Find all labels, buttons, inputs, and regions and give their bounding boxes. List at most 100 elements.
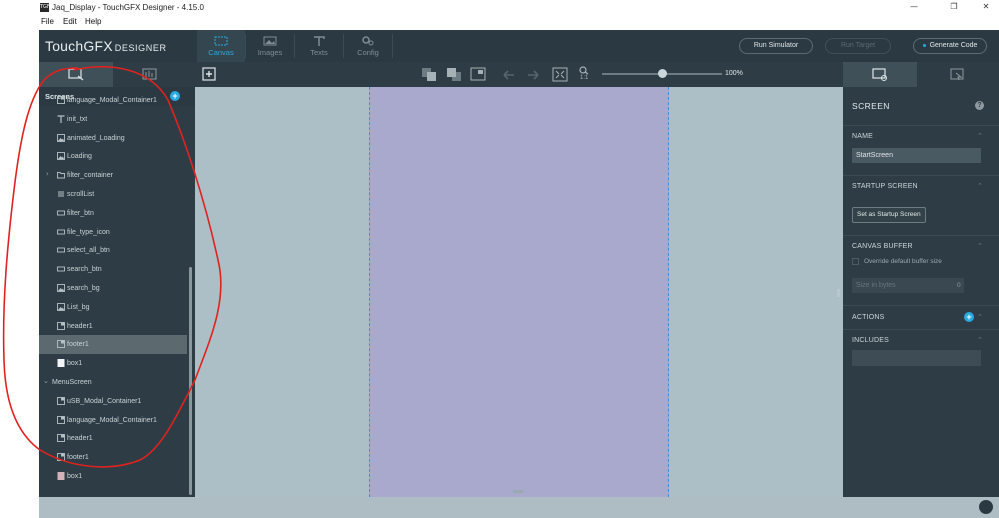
zoom-slider-handle[interactable] (658, 69, 667, 78)
canvas-area[interactable] (195, 87, 843, 497)
tab-texts[interactable]: Texts (295, 30, 343, 62)
status-bar (39, 497, 999, 518)
help-icon[interactable]: ? (975, 101, 984, 110)
canvas-icon (214, 36, 228, 46)
tree-item[interactable]: scrollList (39, 185, 187, 204)
canvas-resize-handle[interactable] (513, 490, 523, 493)
menu-edit[interactable]: Edit (63, 16, 77, 28)
tree-item[interactable]: › filter_container (39, 166, 187, 185)
close-button[interactable]: ✕ (976, 1, 996, 13)
tree-item-label: Loading (67, 153, 92, 161)
main-header: TouchGFX DESIGNER Canvas Images Texts Con… (39, 30, 999, 62)
includes-label: INCLUDES (852, 337, 889, 344)
status-dot-icon (922, 43, 926, 47)
minimize-button[interactable]: — (904, 1, 924, 13)
tree-item[interactable]: select_all_btn (39, 241, 187, 260)
tab-screen-interactions[interactable] (917, 62, 999, 87)
tab-canvas[interactable]: Canvas (197, 30, 245, 62)
tree-item-label: box1 (67, 473, 83, 480)
screen-name-field[interactable]: StartScreen (852, 148, 981, 163)
tree-view-icon (68, 68, 84, 81)
send-backward-icon[interactable] (446, 67, 462, 82)
tab-canvas-label: Canvas (208, 48, 234, 57)
touchgfx-logo: TouchGFX DESIGNER (45, 38, 167, 54)
window-title: Jaq_Display - TouchGFX Designer - 4.15.0 (52, 3, 204, 12)
tree-scrollbar[interactable] (189, 267, 192, 495)
collapse-chevron-icon[interactable]: ⌄ (43, 377, 49, 385)
includes-field[interactable] (852, 350, 981, 366)
tree-item-label: search_bg (67, 285, 100, 292)
add-widget-icon[interactable] (202, 67, 216, 81)
buffer-size-field[interactable]: Size in bytes (852, 278, 964, 293)
add-action-button[interactable]: + (964, 312, 974, 322)
tab-properties-view[interactable] (113, 62, 187, 87)
tab-texts-label: Texts (310, 48, 328, 57)
fit-screen-icon[interactable] (552, 67, 568, 82)
panel-splitter-handle[interactable] (837, 289, 840, 297)
tab-tree-view[interactable] (39, 62, 113, 87)
name-label: NAME (852, 133, 874, 140)
tree-item[interactable]: language_Modal_Container1 (39, 91, 187, 110)
tree-item[interactable]: Loading (39, 147, 187, 166)
tree-item[interactable]: header1 (39, 429, 187, 448)
tree-item-label: header1 (67, 435, 93, 443)
tree-item[interactable]: language_Modal_Container1 (39, 411, 187, 430)
tree-item[interactable]: filter_btn (39, 204, 187, 223)
notifications-icon[interactable] (979, 500, 993, 514)
set-startup-button[interactable]: Set as Startup Screen (852, 207, 926, 223)
tree-item[interactable]: init_txt (39, 110, 187, 129)
collapse-chevron-icon[interactable]: ⌃ (977, 336, 983, 344)
zoom-level: 100% (725, 70, 743, 77)
collapse-chevron-icon[interactable]: ⌃ (977, 182, 983, 190)
toolbar: 1:1 100% (39, 62, 999, 87)
generate-code-label: Generate Code (929, 42, 978, 49)
tree-item-label: language_Modal_Container1 (67, 97, 157, 104)
collapse-chevron-icon[interactable]: ⌃ (977, 132, 983, 140)
tree-item[interactable]: List_bg (39, 298, 187, 317)
tree-item[interactable]: box1 (39, 467, 187, 486)
tree-item[interactable]: file_type_icon (39, 223, 187, 242)
menu-file[interactable]: File (41, 16, 54, 28)
expand-chevron-icon[interactable]: › (46, 170, 49, 178)
tab-images[interactable]: Images (246, 30, 294, 62)
menu-help[interactable]: Help (85, 16, 101, 28)
tab-config[interactable]: Config (344, 30, 392, 62)
tree-item-label: filter_btn (67, 209, 94, 217)
tree-item[interactable]: animated_Loading (39, 129, 187, 148)
collapse-chevron-icon[interactable]: ⌃ (977, 242, 983, 250)
tab-screen-properties[interactable] (843, 62, 917, 87)
undo-icon[interactable] (501, 67, 517, 82)
tree-item[interactable]: footer1 (39, 448, 187, 467)
maximize-button[interactable]: ❐ (944, 1, 964, 13)
zoom-icon[interactable] (578, 66, 590, 75)
bring-forward-icon[interactable] (421, 67, 437, 82)
tree-item-label: filter_container (67, 172, 113, 180)
screen-preview[interactable] (369, 87, 669, 497)
actions-section: ACTIONS + ⌃ (843, 305, 999, 329)
generate-code-button[interactable]: Generate Code (913, 38, 987, 54)
tree-item-label: footer1 (67, 454, 89, 462)
properties-icon (142, 68, 157, 80)
run-target-button[interactable]: Run Target (825, 38, 891, 54)
zoom-one-to-one[interactable]: 1:1 (580, 75, 588, 81)
screens-panel: Screens + language_Modal_Container1 init_… (39, 87, 195, 497)
tree-item[interactable]: footer1 (39, 335, 187, 355)
tree-item[interactable]: search_btn (39, 260, 187, 279)
tree-item[interactable]: ⌄ MenuScreen (39, 373, 187, 392)
group-icon[interactable] (470, 67, 486, 82)
collapse-chevron-icon[interactable]: ⌃ (977, 313, 983, 321)
tree-item-label: MenuScreen (52, 379, 92, 386)
redo-icon[interactable] (525, 67, 541, 82)
tab-divider (392, 34, 393, 58)
run-simulator-button[interactable]: Run Simulator (739, 38, 813, 54)
tree-item[interactable]: box1 (39, 354, 187, 373)
window-title-bar: TGFX Jaq_Display - TouchGFX Designer - 4… (0, 0, 999, 15)
tree-item[interactable]: header1 (39, 317, 187, 336)
tree-item[interactable]: search_bg (39, 279, 187, 298)
override-checkbox[interactable] (852, 258, 859, 265)
tree-item[interactable]: uSB_Modal_Container1 (39, 392, 187, 411)
tree-item-label: init_txt (67, 115, 88, 123)
tree-item-label: uSB_Modal_Container1 (67, 397, 142, 405)
app-logo-icon: TGFX (40, 3, 54, 12)
config-icon (362, 36, 374, 46)
